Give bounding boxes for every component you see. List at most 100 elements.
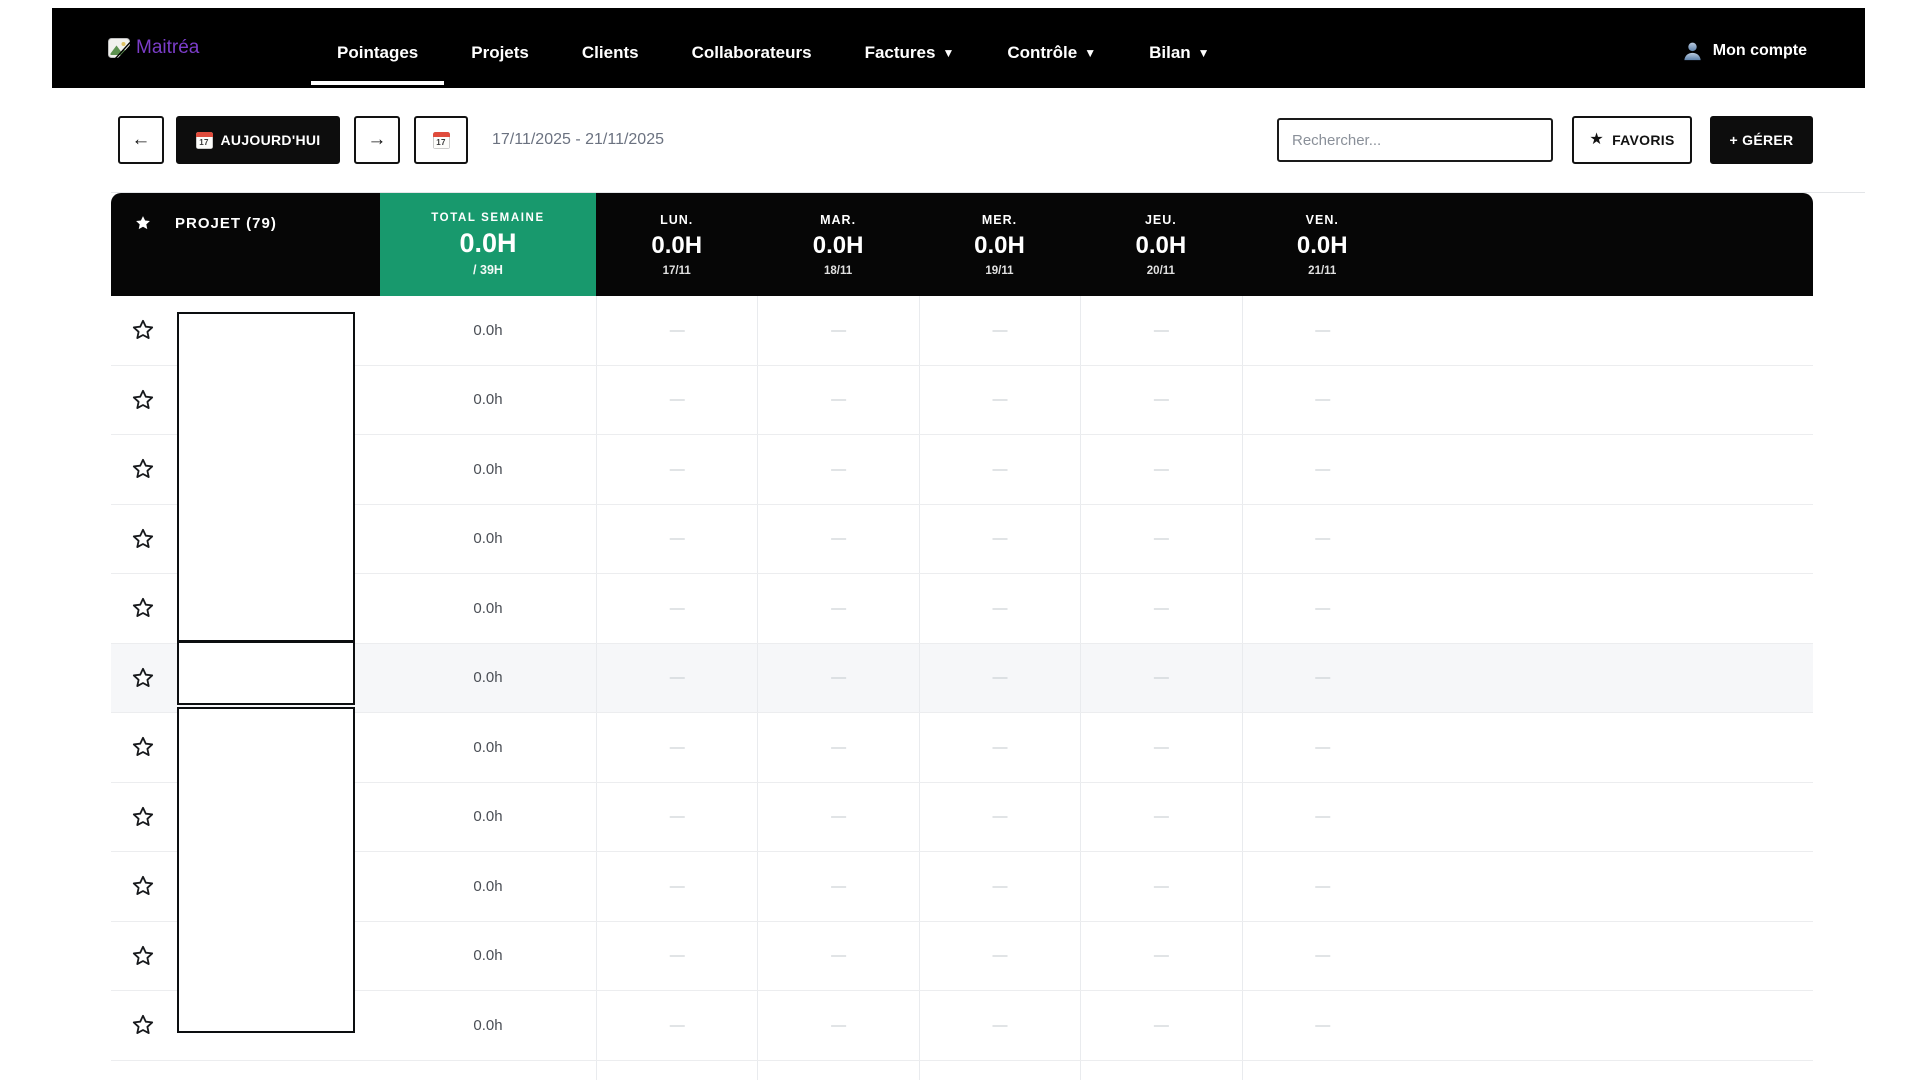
day-entry-cell[interactable]: — — [596, 505, 757, 574]
favorite-star-outline-icon[interactable] — [131, 596, 155, 620]
day-entry-cell[interactable]: — — [1242, 852, 1403, 921]
nav-tab-projets[interactable]: Projets — [471, 43, 529, 63]
day-entry-cell[interactable]: — — [757, 713, 918, 782]
day-entry-cell[interactable]: — — [1242, 991, 1403, 1060]
day-entry-cell[interactable]: — — [596, 574, 757, 643]
day-entry-cell[interactable]: — — [596, 435, 757, 504]
day-entry-cell[interactable]: — — [596, 783, 757, 852]
project-name-cell[interactable] — [175, 1061, 380, 1080]
day-entry-cell[interactable]: — — [919, 644, 1080, 713]
day-entry-cell[interactable]: — — [1080, 1061, 1241, 1080]
day-entry-cell[interactable]: — — [1242, 922, 1403, 991]
row-week-total: 0.0h — [380, 852, 596, 921]
day-entry-cell[interactable]: — — [1242, 574, 1403, 643]
nav-tab-label: Clients — [582, 43, 639, 62]
day-entry-cell[interactable]: — — [757, 783, 918, 852]
row-filler — [1403, 852, 1813, 921]
day-entry-cell[interactable]: — — [1242, 296, 1403, 365]
favorite-star-outline-icon[interactable] — [131, 805, 155, 829]
brand-logo[interactable]: Maitréa — [108, 37, 199, 59]
day-entry-cell[interactable]: — — [1242, 1061, 1403, 1080]
day-entry-cell[interactable]: — — [919, 505, 1080, 574]
day-entry-cell[interactable]: — — [919, 574, 1080, 643]
dropdown-caret-icon: ▼ — [942, 46, 954, 60]
day-entry-cell[interactable]: — — [1080, 644, 1241, 713]
day-entry-cell[interactable]: — — [1080, 922, 1241, 991]
search-input[interactable] — [1277, 118, 1553, 162]
day-entry-cell[interactable]: — — [1242, 435, 1403, 504]
day-entry-cell[interactable]: — — [1080, 296, 1241, 365]
day-entry-cell[interactable]: — — [596, 644, 757, 713]
day-entry-cell[interactable]: — — [919, 296, 1080, 365]
day-entry-cell[interactable]: — — [757, 435, 918, 504]
day-entry-cell[interactable]: — — [1080, 713, 1241, 782]
day-entry-cell[interactable]: — — [1242, 783, 1403, 852]
day-entry-cell[interactable]: — — [596, 852, 757, 921]
day-entry-cell[interactable]: — — [757, 505, 918, 574]
nav-tab-clients[interactable]: Clients — [582, 43, 639, 63]
favorite-star-outline-icon[interactable] — [131, 457, 155, 481]
day-name: VEN. — [1306, 213, 1339, 227]
day-entry-cell[interactable]: — — [1080, 505, 1241, 574]
day-entry-cell[interactable]: — — [596, 366, 757, 435]
day-entry-cell[interactable]: — — [1080, 435, 1241, 504]
day-entry-cell[interactable]: — — [757, 922, 918, 991]
favorite-star-outline-icon[interactable] — [131, 874, 155, 898]
account-menu[interactable]: Mon compte — [1681, 34, 1807, 63]
day-entry-cell[interactable]: — — [757, 296, 918, 365]
calendar-picker-button[interactable]: 17 — [414, 116, 468, 164]
day-entry-cell[interactable]: — — [757, 1061, 918, 1080]
day-entry-cell[interactable]: — — [1080, 852, 1241, 921]
day-entry-cell[interactable]: — — [1080, 574, 1241, 643]
table-row: 0.0h————— — [111, 922, 1813, 992]
day-entry-cell[interactable]: — — [919, 713, 1080, 782]
header-favorite-column[interactable] — [111, 193, 175, 296]
day-entry-cell[interactable]: — — [1080, 991, 1241, 1060]
favorite-star-outline-icon[interactable] — [131, 318, 155, 342]
favorites-button[interactable]: ★ FAVORIS — [1572, 116, 1692, 164]
today-button[interactable]: 17 AUJOURD'HUI — [176, 116, 340, 164]
nav-tab-pointages[interactable]: Pointages — [337, 43, 418, 63]
day-entry-cell[interactable]: — — [596, 296, 757, 365]
day-entry-cell[interactable]: — — [596, 713, 757, 782]
nav-tab-factures[interactable]: Factures▼ — [865, 43, 955, 63]
day-entry-cell[interactable]: — — [1080, 783, 1241, 852]
day-entry-cell[interactable]: — — [919, 366, 1080, 435]
day-entry-cell[interactable]: — — [757, 366, 918, 435]
day-entry-cell[interactable]: — — [1242, 366, 1403, 435]
favorite-star-outline-icon[interactable] — [131, 1013, 155, 1037]
project-column-header[interactable]: PROJET (79) — [175, 193, 380, 296]
day-entry-cell[interactable]: — — [919, 783, 1080, 852]
day-entry-cell[interactable]: — — [919, 991, 1080, 1060]
favorite-star-outline-icon[interactable] — [131, 666, 155, 690]
row-favorite-cell — [111, 713, 175, 782]
day-entry-cell[interactable]: — — [596, 922, 757, 991]
day-entry-cell[interactable]: — — [919, 922, 1080, 991]
week-total-target: / 39H — [473, 263, 503, 277]
favorite-star-outline-icon[interactable] — [131, 527, 155, 551]
table-body: 0.0h—————0.0h—————0.0h—————0.0h—————0.0h… — [111, 296, 1813, 1080]
day-entry-cell[interactable]: — — [919, 1061, 1080, 1080]
day-entry-cell[interactable]: — — [1080, 366, 1241, 435]
day-entry-cell[interactable]: — — [919, 435, 1080, 504]
day-entry-cell[interactable]: — — [1242, 713, 1403, 782]
day-entry-cell[interactable]: — — [596, 991, 757, 1060]
next-week-button[interactable]: → — [354, 116, 400, 164]
previous-week-button[interactable]: ← — [118, 116, 164, 164]
favorite-star-outline-icon[interactable] — [131, 388, 155, 412]
day-entry-cell[interactable]: — — [1242, 505, 1403, 574]
day-entry-cell[interactable]: — — [757, 644, 918, 713]
day-entry-cell[interactable]: — — [919, 852, 1080, 921]
day-entry-cell[interactable]: — — [757, 991, 918, 1060]
nav-tab-collaborateurs[interactable]: Collaborateurs — [692, 43, 812, 63]
day-entry-cell[interactable]: — — [757, 574, 918, 643]
favorite-star-outline-icon[interactable] — [131, 735, 155, 759]
row-favorite-cell — [111, 1061, 175, 1080]
manage-button[interactable]: + GÉRER — [1710, 116, 1813, 164]
favorite-star-outline-icon[interactable] — [131, 944, 155, 968]
day-entry-cell[interactable]: — — [757, 852, 918, 921]
day-entry-cell[interactable]: — — [596, 1061, 757, 1080]
nav-tab-bilan[interactable]: Bilan▼ — [1149, 43, 1209, 63]
day-entry-cell[interactable]: — — [1242, 644, 1403, 713]
nav-tab-controle[interactable]: Contrôle▼ — [1007, 43, 1096, 63]
